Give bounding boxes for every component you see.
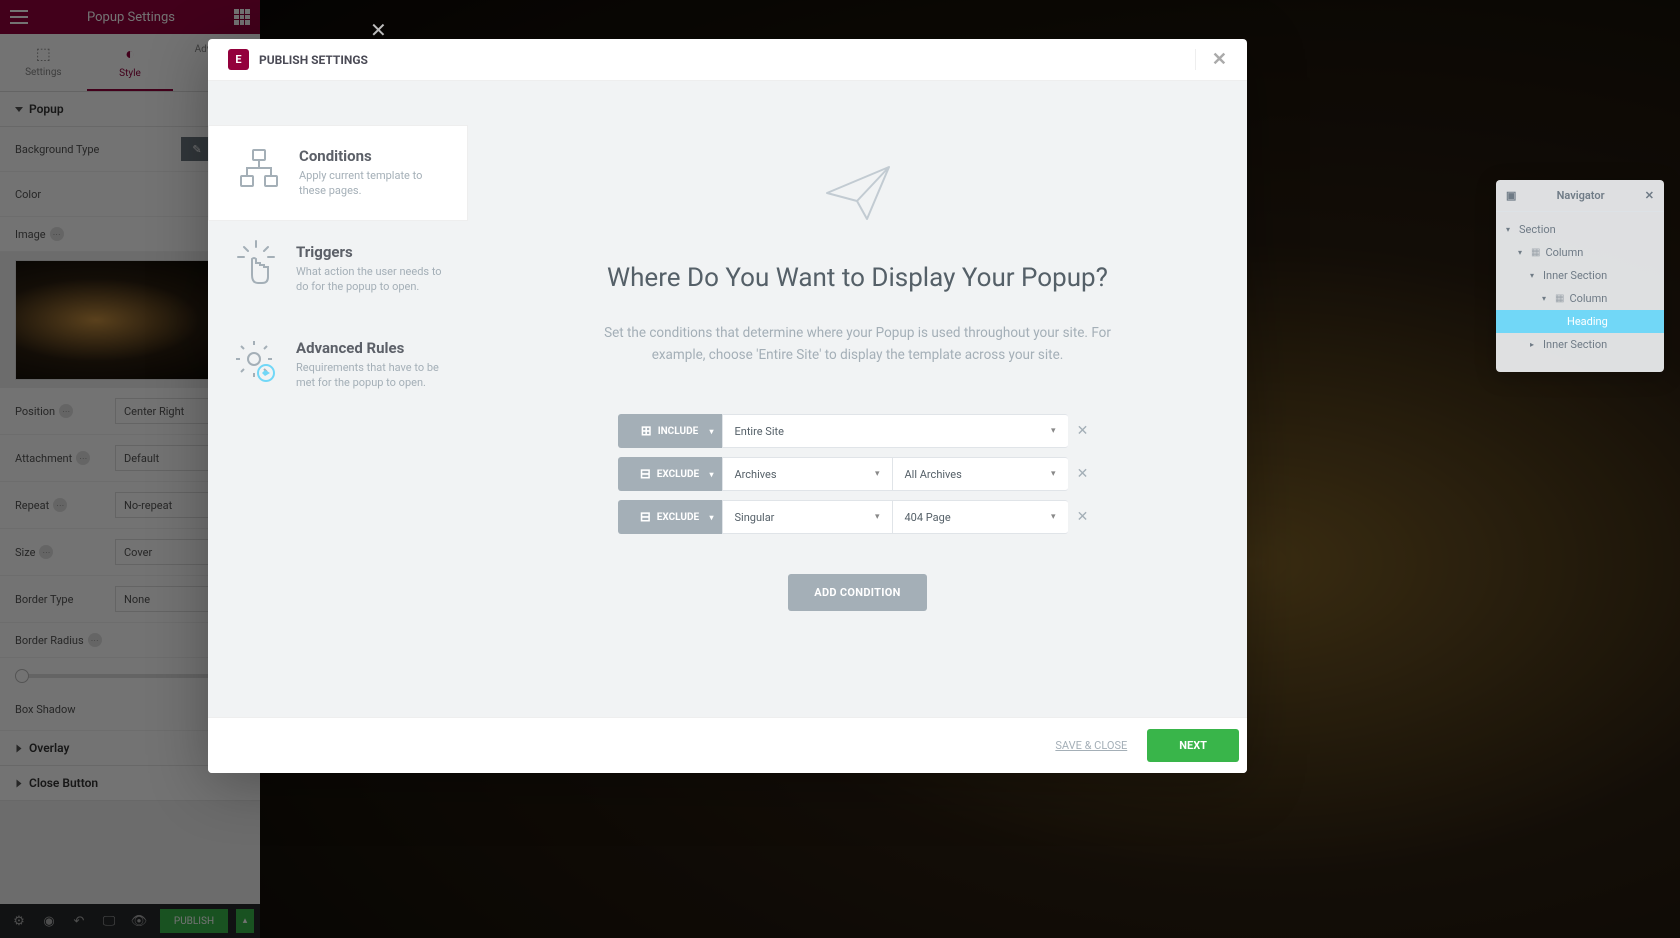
nav-item-inner-section[interactable]: ▸Inner Section (1496, 333, 1664, 356)
modal-footer: SAVE & CLOSE NEXT (208, 717, 1247, 773)
advanced-desc: Requirements that have to be met for the… (296, 360, 442, 391)
condition-row: ⊞INCLUDE▾ Entire Site▾ ✕ (618, 414, 1098, 448)
modal-body: Conditions Apply current template to the… (208, 81, 1247, 717)
nav-item-heading[interactable]: Heading (1496, 310, 1664, 333)
chevron-down-icon: ▾ (875, 469, 880, 479)
minus-square-icon: ⊟ (640, 510, 651, 525)
close-icon[interactable]: ✕ (1195, 49, 1227, 70)
triggers-icon (234, 243, 278, 287)
navigator-tree: ▾Section ▾▦Column ▾Inner Section ▾▦Colum… (1496, 212, 1664, 372)
publish-settings-modal: E PUBLISH SETTINGS ✕ Conditions Apply cu… (208, 39, 1247, 773)
triggers-desc: What action the user needs to do for the… (296, 264, 442, 295)
navigator-panel[interactable]: ▣ Navigator ✕ ▾Section ▾▦Column ▾Inner S… (1496, 180, 1664, 372)
main-heading: Where Do You Want to Display Your Popup? (607, 263, 1108, 293)
condition-row: ⊟EXCLUDE▾ Archives▾ All Archives▾ ✕ (618, 457, 1098, 491)
condition-rows: ⊞INCLUDE▾ Entire Site▾ ✕ ⊟EXCLUDE▾ Archi… (618, 414, 1098, 534)
conditions-title: Conditions (299, 147, 442, 165)
conditions-icon (237, 147, 281, 191)
navigator-collapse-icon[interactable]: ▣ (1506, 189, 1516, 202)
chevron-down-icon: ▾ (875, 512, 880, 522)
modal-header: E PUBLISH SETTINGS ✕ (208, 39, 1247, 81)
condition-value-select[interactable]: Entire Site▾ (722, 414, 1068, 448)
caret-down-icon: ▾ (1518, 248, 1526, 257)
condition-type-select[interactable]: ⊟EXCLUDE▾ (618, 500, 722, 534)
advanced-icon (234, 339, 278, 383)
condition-value-select[interactable]: Singular▾ (722, 500, 892, 534)
nav-item-section[interactable]: ▾Section (1496, 218, 1664, 241)
chevron-down-icon: ▾ (709, 470, 713, 479)
nav-item-inner-section[interactable]: ▾Inner Section (1496, 264, 1664, 287)
next-button[interactable]: NEXT (1147, 729, 1239, 762)
condition-type-select[interactable]: ⊞INCLUDE▾ (618, 414, 722, 448)
condition-type-select[interactable]: ⊟EXCLUDE▾ (618, 457, 722, 491)
navigator-title: Navigator (1557, 189, 1605, 202)
sidebar-item-conditions[interactable]: Conditions Apply current template to the… (208, 125, 468, 221)
triggers-title: Triggers (296, 243, 442, 261)
conditions-desc: Apply current template to these pages. (299, 168, 442, 199)
navigator-header: ▣ Navigator ✕ (1496, 180, 1664, 212)
condition-subvalue-select[interactable]: 404 Page▾ (892, 500, 1068, 534)
plus-square-icon: ⊞ (641, 424, 652, 439)
chevron-down-icon: ▾ (1051, 426, 1056, 436)
chevron-down-icon: ▾ (709, 513, 713, 522)
remove-condition-icon[interactable]: ✕ (1068, 466, 1098, 482)
modal-main: Where Do You Want to Display Your Popup?… (468, 81, 1247, 717)
caret-down-icon: ▾ (1542, 294, 1550, 303)
nav-item-column[interactable]: ▾▦Column (1496, 287, 1664, 310)
elementor-badge-icon: E (228, 49, 249, 70)
condition-value-select[interactable]: Archives▾ (722, 457, 892, 491)
sidebar-item-triggers[interactable]: Triggers What action the user needs to d… (208, 221, 468, 317)
save-close-link[interactable]: SAVE & CLOSE (1055, 739, 1127, 752)
modal-title: PUBLISH SETTINGS (259, 53, 368, 67)
remove-condition-icon[interactable]: ✕ (1068, 509, 1098, 525)
advanced-title: Advanced Rules (296, 339, 442, 357)
caret-down-icon: ▾ (1506, 225, 1514, 234)
chevron-down-icon: ▾ (1051, 469, 1056, 479)
chevron-down-icon: ▾ (709, 427, 713, 436)
modal-sidebar: Conditions Apply current template to the… (208, 81, 468, 717)
condition-row: ⊟EXCLUDE▾ Singular▾ 404 Page▾ ✕ (618, 500, 1098, 534)
paper-plane-icon (823, 163, 893, 227)
chevron-down-icon: ▾ (1051, 512, 1056, 522)
nav-item-column[interactable]: ▾▦Column (1496, 241, 1664, 264)
caret-right-icon: ▸ (1530, 340, 1538, 349)
sidebar-item-advanced[interactable]: Advanced Rules Requirements that have to… (208, 317, 468, 413)
caret-down-icon: ▾ (1530, 271, 1538, 280)
column-icon: ▦ (1531, 247, 1540, 258)
add-condition-button[interactable]: ADD CONDITION (788, 574, 926, 611)
column-icon: ▦ (1555, 293, 1564, 304)
minus-square-icon: ⊟ (640, 467, 651, 482)
condition-subvalue-select[interactable]: All Archives▾ (892, 457, 1068, 491)
close-icon[interactable]: ✕ (1645, 189, 1654, 202)
main-description: Set the conditions that determine where … (578, 323, 1138, 366)
remove-condition-icon[interactable]: ✕ (1068, 423, 1098, 439)
